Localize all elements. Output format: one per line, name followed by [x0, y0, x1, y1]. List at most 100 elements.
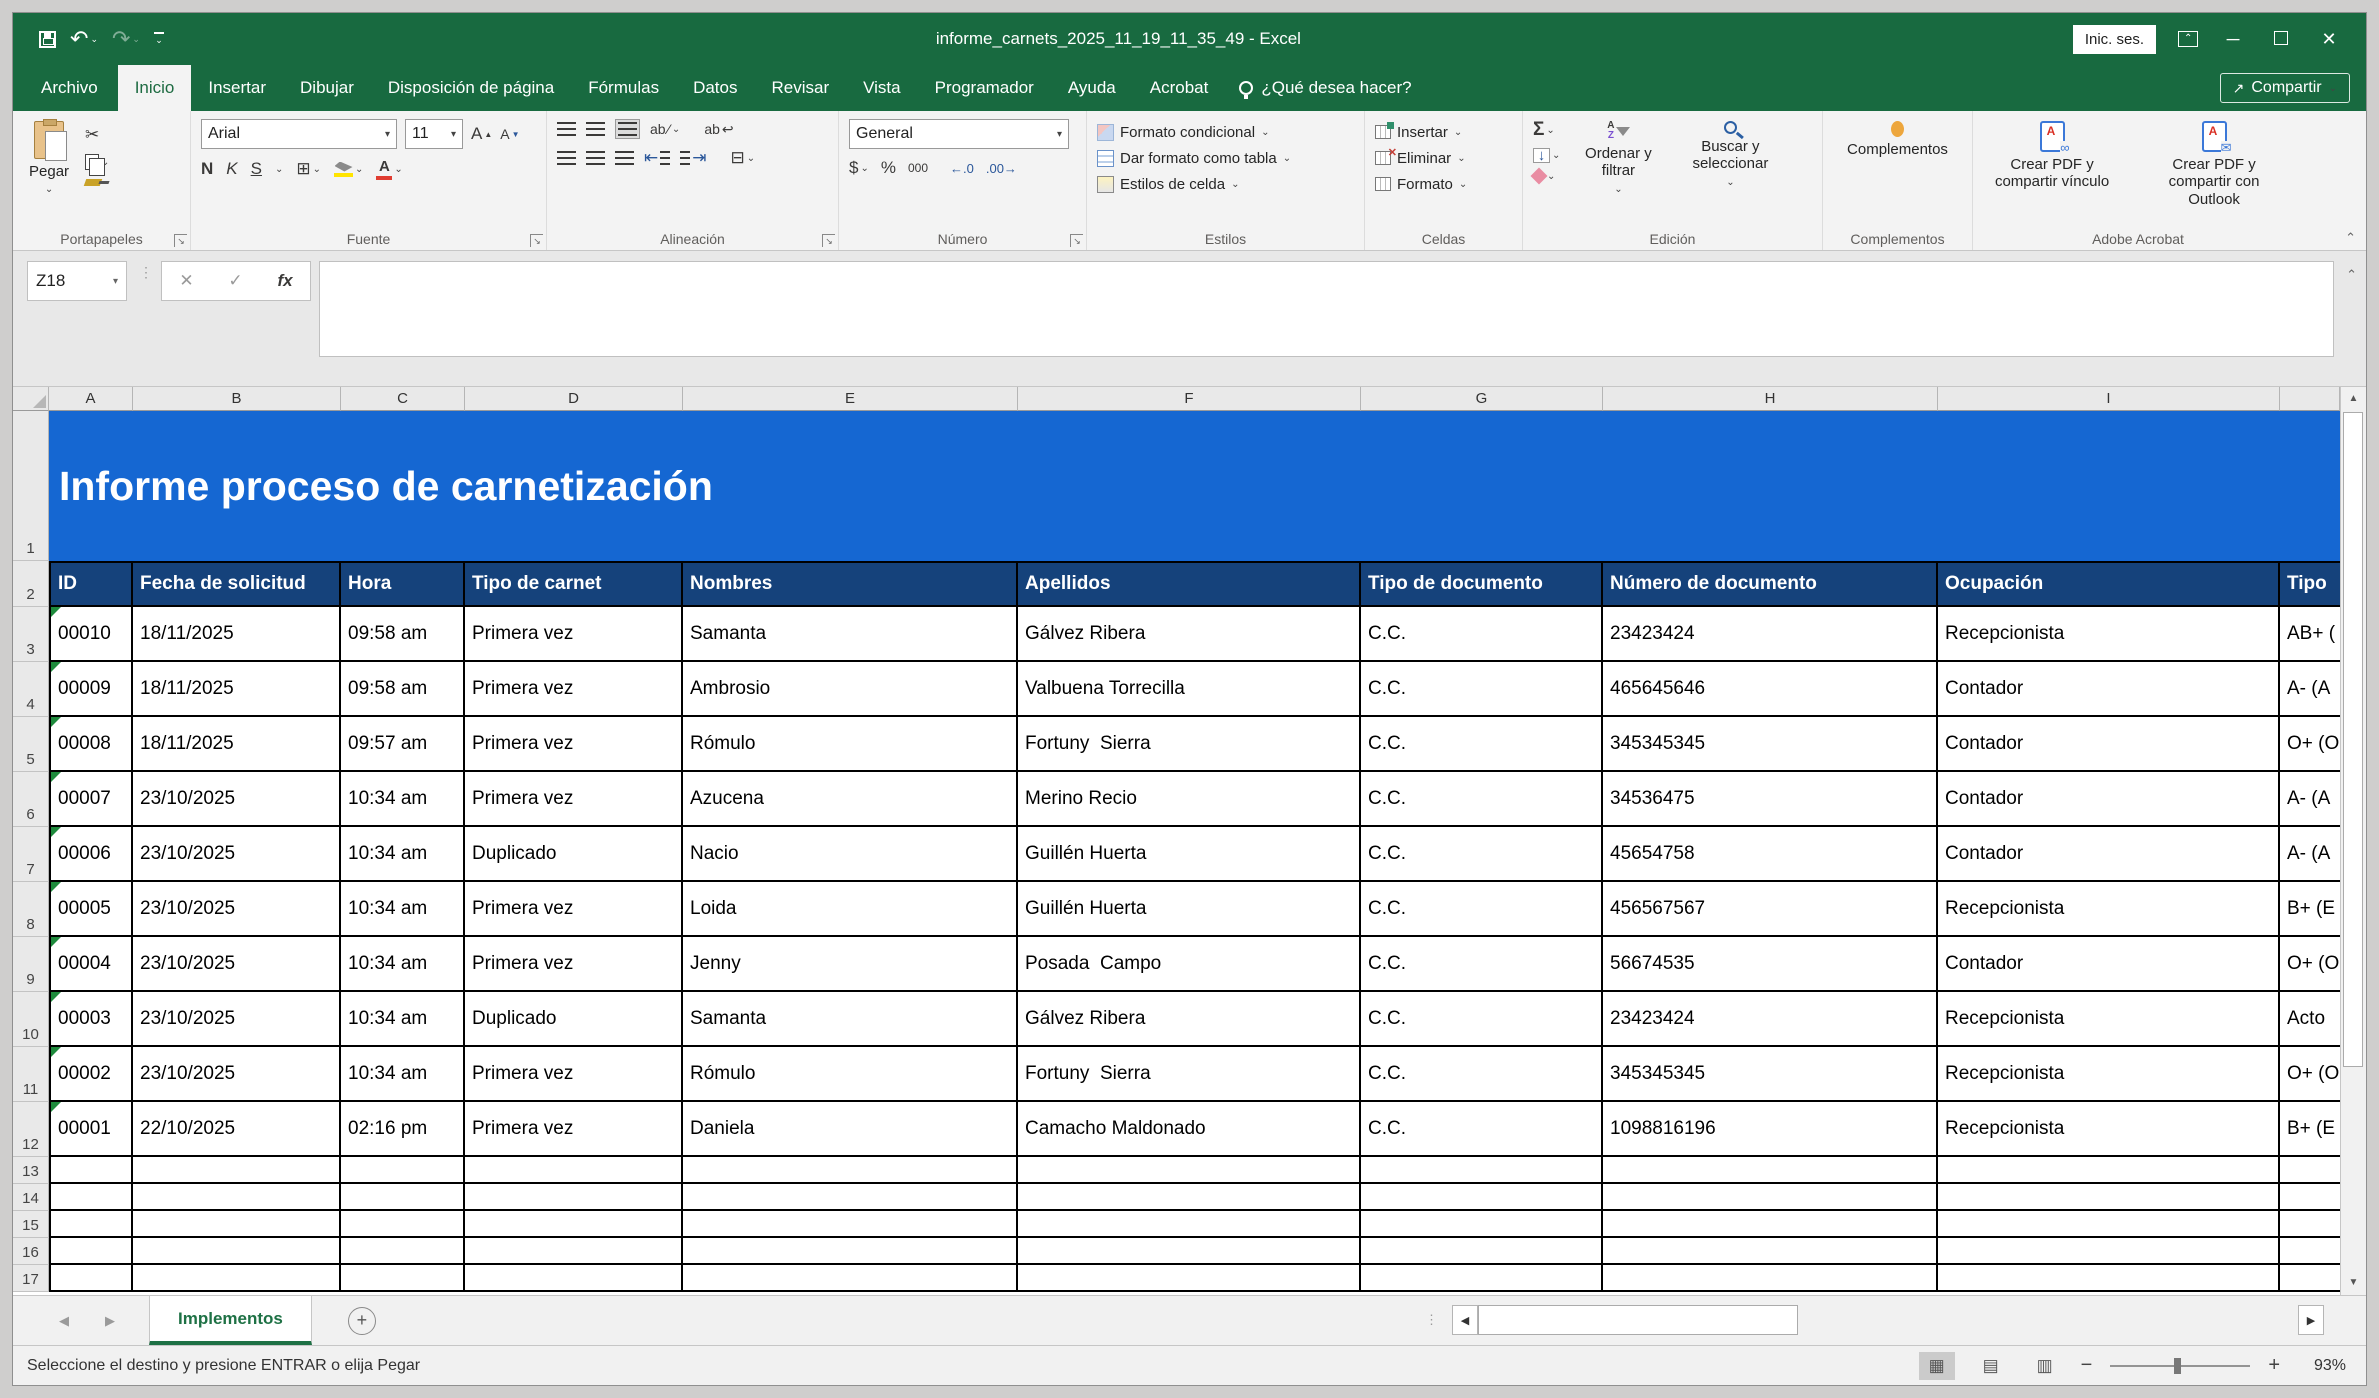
- cell-D14[interactable]: [465, 1184, 683, 1211]
- grow-font-button[interactable]: A▲: [471, 124, 492, 144]
- cell-G11[interactable]: C.C.: [1361, 1047, 1603, 1102]
- cell-H16[interactable]: [1603, 1238, 1938, 1265]
- cell-I4[interactable]: Contador: [1938, 662, 2280, 717]
- cell-D15[interactable]: [465, 1211, 683, 1238]
- dialog-launcher-icon[interactable]: ↘: [1070, 234, 1083, 247]
- minimize-button[interactable]: ─: [2220, 29, 2246, 50]
- scroll-up-icon[interactable]: ▲: [2341, 387, 2366, 411]
- cancel-entry-icon[interactable]: ✕: [179, 271, 193, 291]
- vertical-scrollbar[interactable]: ▲ ▼: [2340, 387, 2366, 1295]
- italic-button[interactable]: K: [226, 159, 237, 179]
- cell-G3[interactable]: C.C.: [1361, 607, 1603, 662]
- font-size-combo[interactable]: 11▾: [405, 119, 463, 149]
- dialog-launcher-icon[interactable]: ↘: [530, 234, 543, 247]
- cell-A8[interactable]: 00005: [49, 882, 133, 937]
- cell-G2[interactable]: Tipo de documento: [1361, 561, 1603, 607]
- zoom-level[interactable]: 93%: [2298, 1357, 2346, 1375]
- cell-I13[interactable]: [1938, 1157, 2280, 1184]
- cell-H14[interactable]: [1603, 1184, 1938, 1211]
- cell-F11[interactable]: Fortuny Sierra: [1018, 1047, 1361, 1102]
- cell-I15[interactable]: [1938, 1211, 2280, 1238]
- cell-B15[interactable]: [133, 1211, 341, 1238]
- cell-C4[interactable]: 09:58 am: [341, 662, 465, 717]
- cell-D7[interactable]: Duplicado: [465, 827, 683, 882]
- cell-D12[interactable]: Primera vez: [465, 1102, 683, 1157]
- cell-C11[interactable]: 10:34 am: [341, 1047, 465, 1102]
- sheet-tab-implementos[interactable]: Implementos: [149, 1296, 312, 1345]
- cell-J17[interactable]: [2280, 1265, 2340, 1292]
- ribbon-display-options-icon[interactable]: [2178, 31, 2198, 47]
- cell-J8[interactable]: B+ (E: [2280, 882, 2340, 937]
- cell-J4[interactable]: A- (A: [2280, 662, 2340, 717]
- cell-B13[interactable]: [133, 1157, 341, 1184]
- cell-F8[interactable]: Guillén Huerta: [1018, 882, 1361, 937]
- cell-H4[interactable]: 465645646: [1603, 662, 1938, 717]
- cell-H8[interactable]: 456567567: [1603, 882, 1938, 937]
- cell-C14[interactable]: [341, 1184, 465, 1211]
- cell-G6[interactable]: C.C.: [1361, 772, 1603, 827]
- cell-H5[interactable]: 345345345: [1603, 717, 1938, 772]
- tab-revisar[interactable]: Revisar: [755, 65, 847, 111]
- cell-G4[interactable]: C.C.: [1361, 662, 1603, 717]
- cell-E13[interactable]: [683, 1157, 1018, 1184]
- row-header-4[interactable]: 4: [13, 662, 49, 717]
- tab-acrobat[interactable]: Acrobat: [1133, 65, 1226, 111]
- cell-I3[interactable]: Recepcionista: [1938, 607, 2280, 662]
- select-all-corner[interactable]: [13, 387, 49, 411]
- cell-D3[interactable]: Primera vez: [465, 607, 683, 662]
- cell-F3[interactable]: Gálvez Ribera: [1018, 607, 1361, 662]
- cell-C12[interactable]: 02:16 pm: [341, 1102, 465, 1157]
- cell-H11[interactable]: 345345345: [1603, 1047, 1938, 1102]
- cell-F9[interactable]: Posada Campo: [1018, 937, 1361, 992]
- column-header-D[interactable]: D: [465, 387, 683, 411]
- cell-A3[interactable]: 00010: [49, 607, 133, 662]
- conditional-formatting-button[interactable]: Formato condicional⌄: [1097, 119, 1354, 145]
- row-header-3[interactable]: 3: [13, 607, 49, 662]
- zoom-slider[interactable]: [2110, 1365, 2250, 1367]
- scroll-down-icon[interactable]: ▼: [2341, 1271, 2366, 1295]
- cell-F2[interactable]: Apellidos: [1018, 561, 1361, 607]
- new-sheet-button[interactable]: +: [348, 1307, 376, 1335]
- row-header-9[interactable]: 9: [13, 937, 49, 992]
- cell-J12[interactable]: B+ (E: [2280, 1102, 2340, 1157]
- cell-D17[interactable]: [465, 1265, 683, 1292]
- horizontal-scrollbar[interactable]: ⋮ ◀ ▶: [1425, 1305, 2324, 1335]
- tab-formulas[interactable]: Fórmulas: [571, 65, 676, 111]
- cell-styles-button[interactable]: Estilos de celda⌄: [1097, 171, 1354, 197]
- cell-G8[interactable]: C.C.: [1361, 882, 1603, 937]
- autosum-button[interactable]: Σ⌄: [1533, 119, 1560, 141]
- align-center-button[interactable]: [586, 151, 605, 165]
- cell-B8[interactable]: 23/10/2025: [133, 882, 341, 937]
- cell-G15[interactable]: [1361, 1211, 1603, 1238]
- cell-C9[interactable]: 10:34 am: [341, 937, 465, 992]
- cell-A9[interactable]: 00004: [49, 937, 133, 992]
- cell-J9[interactable]: O+ (O: [2280, 937, 2340, 992]
- cell-H12[interactable]: 1098816196: [1603, 1102, 1938, 1157]
- cell-G5[interactable]: C.C.: [1361, 717, 1603, 772]
- save-button[interactable]: [39, 31, 56, 48]
- cell-I7[interactable]: Contador: [1938, 827, 2280, 882]
- page-break-view-button[interactable]: ▥: [2027, 1352, 2063, 1380]
- cell-J15[interactable]: [2280, 1211, 2340, 1238]
- cell-B6[interactable]: 23/10/2025: [133, 772, 341, 827]
- cell-A15[interactable]: [49, 1211, 133, 1238]
- format-as-table-button[interactable]: Dar formato como tabla⌄: [1097, 145, 1354, 171]
- tab-ayuda[interactable]: Ayuda: [1051, 65, 1133, 111]
- cell-B14[interactable]: [133, 1184, 341, 1211]
- align-top-button[interactable]: [557, 122, 576, 136]
- cell-I6[interactable]: Contador: [1938, 772, 2280, 827]
- row-header-2[interactable]: 2: [13, 561, 49, 607]
- cell-G17[interactable]: [1361, 1265, 1603, 1292]
- row-header-5[interactable]: 5: [13, 717, 49, 772]
- currency-format-button[interactable]: $⌄: [849, 158, 869, 178]
- cell-H13[interactable]: [1603, 1157, 1938, 1184]
- cell-G16[interactable]: [1361, 1238, 1603, 1265]
- row-header-10[interactable]: 10: [13, 992, 49, 1047]
- cell-A4[interactable]: 00009: [49, 662, 133, 717]
- font-color-button[interactable]: A⌄: [376, 158, 402, 180]
- cell-B12[interactable]: 22/10/2025: [133, 1102, 341, 1157]
- cell-E7[interactable]: Nacio: [683, 827, 1018, 882]
- cell-A13[interactable]: [49, 1157, 133, 1184]
- cell-B11[interactable]: 23/10/2025: [133, 1047, 341, 1102]
- cell-F16[interactable]: [1018, 1238, 1361, 1265]
